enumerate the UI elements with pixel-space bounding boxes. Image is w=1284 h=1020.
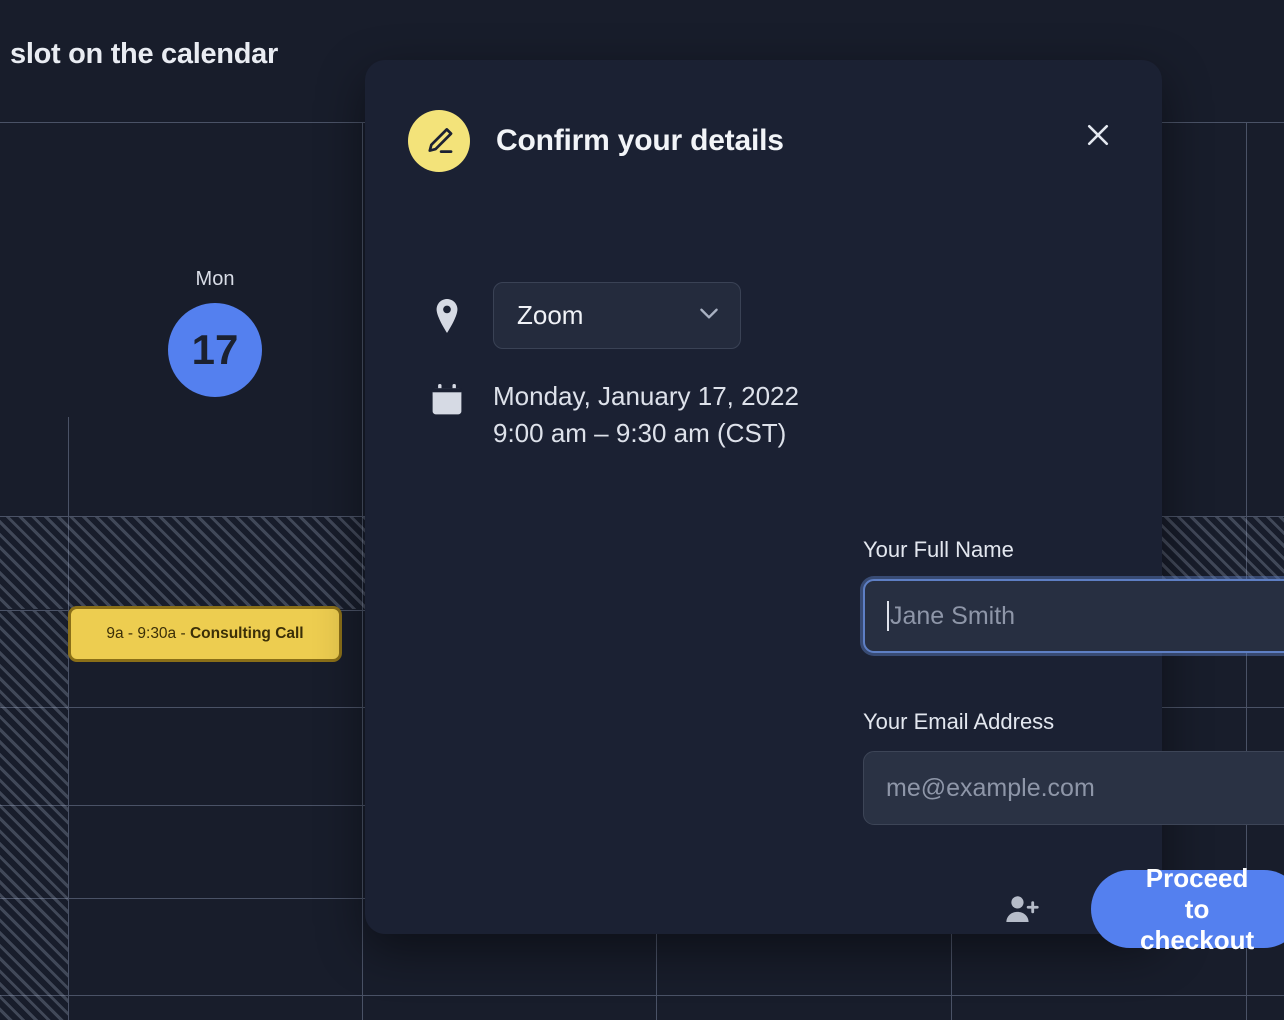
day-name: Mon [195,268,235,290]
app-root: slot on the calendar Mon 17 9a - 9:30a -… [0,0,1284,1020]
calendar-day-header: Mon 17 [150,268,280,397]
grid-hline [0,995,1284,996]
event-title: Consulting Call [189,624,304,642]
pen-icon [408,110,470,172]
location-select-value: Zoom [517,300,584,330]
day-number-badge: 17 [168,303,262,397]
event-text: 9a - 9:30a - Consulting Call [106,625,303,643]
datetime-row: Monday, January 17, 2022 9:00 am – 9:30 … [425,378,799,452]
modal-footer: Proceed to checkout [1005,863,1284,955]
modal-title: Confirm your details [496,124,784,157]
calendar-icon [425,378,469,418]
modal-header: Confirm your details [408,110,784,172]
email-input[interactable]: me@example.com [863,751,1284,825]
email-field: Your Email Address me@example.com [863,709,1284,825]
location-select[interactable]: Zoom [493,282,741,349]
add-person-icon[interactable] [1005,887,1039,931]
chevron-down-icon [696,300,722,331]
text-caret [887,601,889,631]
full-name-input[interactable]: Jane Smith [863,579,1284,653]
full-name-field: Your Full Name Jane Smith [863,537,1284,653]
close-icon[interactable] [1078,115,1118,155]
grid-vline [68,417,69,1020]
page-title: slot on the calendar [10,38,278,70]
email-label: Your Email Address [863,709,1055,734]
event-time-range: 9:00 am – 9:30 am (CST) [493,417,787,448]
proceed-to-checkout-button[interactable]: Proceed to checkout [1091,863,1284,955]
map-pin-icon [425,298,469,333]
calendar-event-block[interactable]: 9a - 9:30a - Consulting Call [68,606,342,662]
full-name-label: Your Full Name [863,537,1014,562]
confirm-details-modal: Confirm your details Zoom Monday, Januar… [365,60,1284,955]
location-row: Zoom [425,282,741,349]
full-name-placeholder: Jane Smith [890,601,1016,630]
event-date: Monday, January 17, 2022 [493,381,799,411]
email-placeholder: me@example.com [886,773,1095,802]
datetime-text: Monday, January 17, 2022 9:00 am – 9:30 … [493,378,799,452]
unavailable-region [0,611,68,1020]
event-time: 9a - 9:30a - [106,624,190,642]
